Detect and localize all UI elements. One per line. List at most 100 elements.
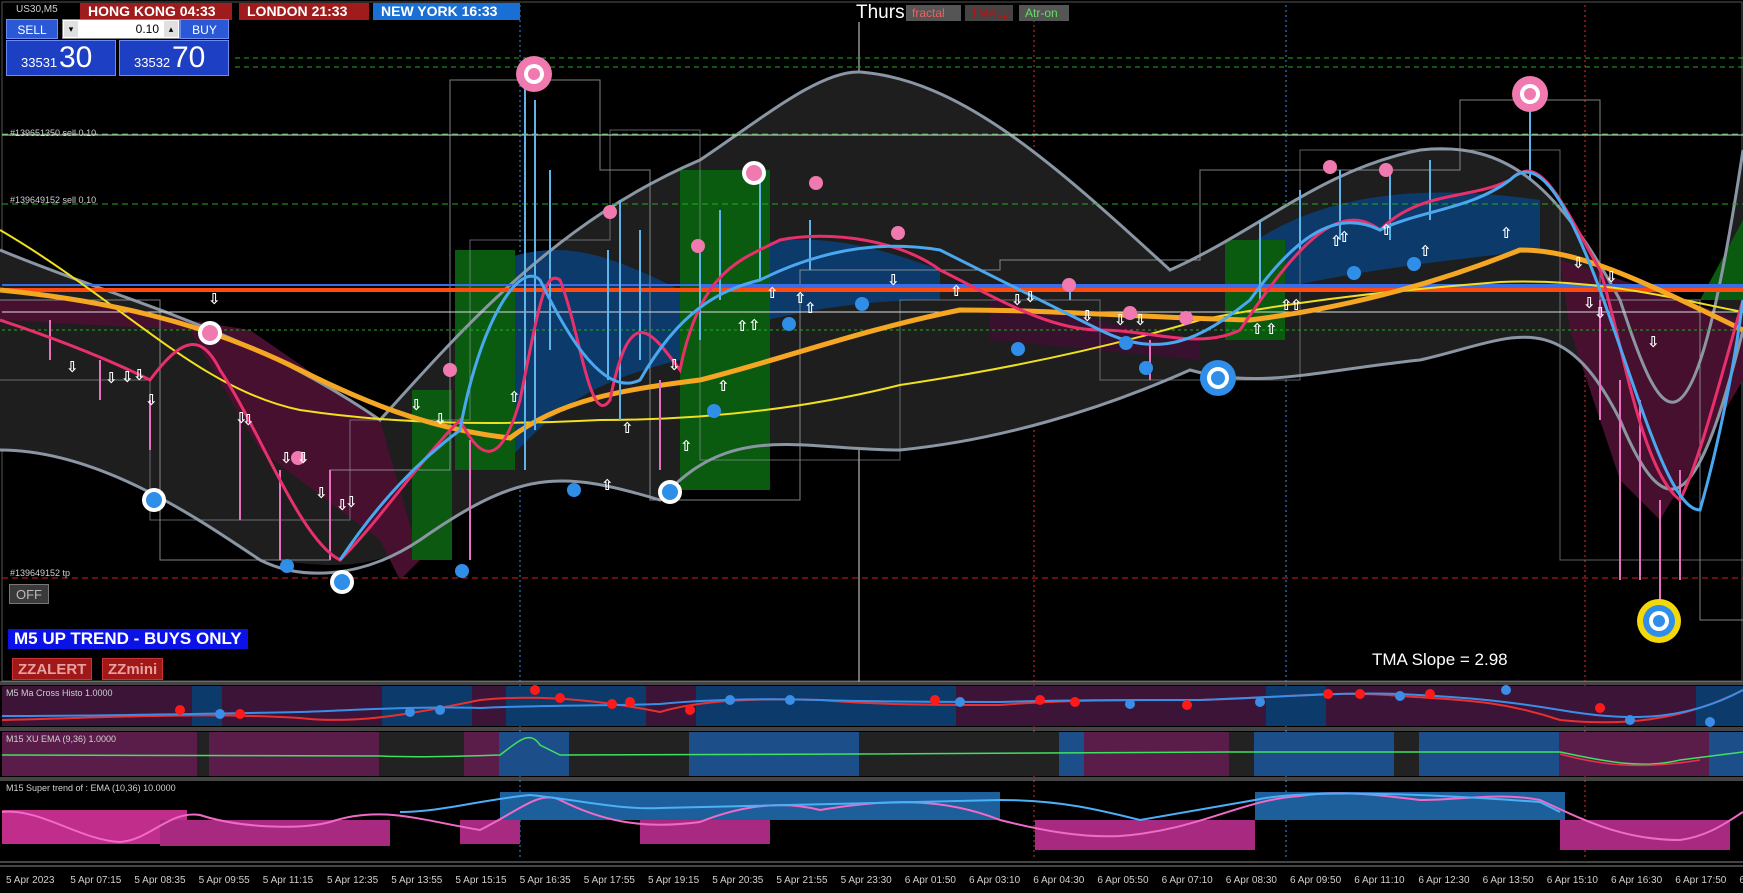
time-axis-tick: 5 Apr 19:15 bbox=[648, 875, 700, 886]
svg-text:⇩: ⇩ bbox=[145, 391, 158, 409]
svg-text:⇩: ⇩ bbox=[345, 493, 358, 511]
clock-city: NEW YORK bbox=[381, 3, 458, 19]
clock-new-york: NEW YORK 16:33 bbox=[373, 3, 520, 20]
svg-text:⇩: ⇩ bbox=[1011, 291, 1024, 309]
svg-text:⇩: ⇩ bbox=[208, 290, 221, 308]
svg-text:⇩: ⇩ bbox=[1572, 254, 1585, 272]
trend-banner: M5 UP TREND - BUYS ONLY bbox=[8, 629, 248, 649]
lot-size-field[interactable]: ▾ ▴ bbox=[62, 19, 180, 39]
svg-text:⇩: ⇩ bbox=[410, 396, 423, 414]
time-axis-tick: 6 Apr 08:30 bbox=[1225, 875, 1277, 886]
svg-text:⇩: ⇩ bbox=[668, 356, 681, 374]
price-chart[interactable]: ⇩⇩⇩ ⇩ ⇩⇩ ⇩⇩⇩ ⇩⇩⇩ ⇩⇩⇩ ⇩⇩⇩ ⇩⇩ ⇩ ⇩⇩⇩ ⇩⇩⇩ ⇧⇧⇧ … bbox=[0, 0, 1743, 893]
svg-text:⇧: ⇧ bbox=[621, 419, 634, 437]
svg-text:⇧: ⇧ bbox=[1251, 320, 1264, 338]
bid-price-pips: 30 bbox=[59, 41, 93, 74]
svg-text:⇧: ⇧ bbox=[508, 388, 521, 406]
ask-price-pips: 70 bbox=[172, 41, 206, 74]
atr-toggle[interactable]: Atr-on bbox=[1019, 5, 1069, 21]
time-axis-tick: 6 Apr 15:10 bbox=[1546, 875, 1598, 886]
lot-increase-arrow-icon[interactable]: ▴ bbox=[164, 21, 178, 37]
svg-text:⇩: ⇩ bbox=[242, 411, 255, 429]
svg-text:⇩: ⇩ bbox=[1605, 268, 1618, 286]
svg-text:⇧: ⇧ bbox=[736, 317, 749, 335]
zzalert-button[interactable]: ZZALERT bbox=[12, 658, 93, 680]
svg-text:⇩: ⇩ bbox=[66, 358, 79, 376]
clock-city: LONDON bbox=[247, 3, 308, 19]
ma-cross-histo-panel bbox=[1, 685, 1743, 727]
svg-text:⇩: ⇩ bbox=[280, 449, 293, 467]
order-label-sell-1: #139651350 sell 0.10 bbox=[10, 128, 97, 138]
svg-text:⇧: ⇧ bbox=[1419, 242, 1432, 260]
lot-size-input[interactable] bbox=[79, 20, 159, 38]
time-axis-tick: 6 Apr 04:30 bbox=[1033, 875, 1085, 886]
time-axis-tick: 6 Apr 12:30 bbox=[1418, 875, 1470, 886]
time-axis-tick: 5 Apr 08:35 bbox=[134, 875, 186, 886]
tma-slope-label: TMA Slope = 2.98 bbox=[1372, 650, 1508, 669]
time-axis-tick: 5 Apr 07:15 bbox=[70, 875, 122, 886]
time-axis-tick: 6 Apr 01:50 bbox=[904, 875, 956, 886]
ask-price-prefix: 33532 bbox=[134, 55, 171, 70]
svg-text:⇧: ⇧ bbox=[1380, 221, 1393, 239]
time-axis-tick: 6 Apr 13:50 bbox=[1482, 875, 1534, 886]
day-label: Thurs bbox=[856, 2, 905, 23]
bid-price-button[interactable]: 33531 30 bbox=[6, 40, 116, 76]
time-axis-tick: 5 Apr 13:55 bbox=[391, 875, 443, 886]
time-axis-tick: 6 Apr 16:30 bbox=[1611, 875, 1663, 886]
sell-button[interactable]: SELL bbox=[6, 19, 58, 39]
svg-text:⇩: ⇩ bbox=[1594, 304, 1607, 322]
time-axis-tick: 5 Apr 09:55 bbox=[198, 875, 250, 886]
svg-text:⇩: ⇩ bbox=[1024, 288, 1037, 306]
time-axis-tick: 5 Apr 17:55 bbox=[583, 875, 635, 886]
time-axis-tick: 5 Apr 21:55 bbox=[776, 875, 828, 886]
clock-city: HONG KONG bbox=[88, 3, 176, 19]
time-axis-tick: 6 Apr 1 bbox=[1739, 875, 1743, 886]
svg-text:⇩: ⇩ bbox=[297, 449, 310, 467]
clock-time: 04:33 bbox=[179, 3, 216, 19]
svg-text:⇩: ⇩ bbox=[121, 368, 134, 386]
svg-text:⇩: ⇩ bbox=[133, 366, 146, 384]
time-axis-tick: 6 Apr 11:10 bbox=[1354, 875, 1405, 886]
lot-decrease-arrow-icon[interactable]: ▾ bbox=[64, 21, 78, 37]
time-axis-tick: 6 Apr 05:50 bbox=[1097, 875, 1149, 886]
svg-text:⇧: ⇧ bbox=[1500, 224, 1513, 242]
clock-time: 21:33 bbox=[311, 3, 348, 19]
svg-text:⇧: ⇧ bbox=[766, 284, 779, 302]
svg-text:⇧: ⇧ bbox=[804, 299, 817, 317]
bid-price-prefix: 33531 bbox=[21, 55, 58, 70]
ask-price-button[interactable]: 33532 70 bbox=[119, 40, 229, 76]
svg-text:⇧: ⇧ bbox=[717, 377, 730, 395]
svg-text:⇧: ⇧ bbox=[1265, 320, 1278, 338]
time-axis-tick: 6 Apr 03:10 bbox=[969, 875, 1021, 886]
svg-text:⇩: ⇩ bbox=[1647, 333, 1660, 351]
time-axis-tick: 5 Apr 2023 bbox=[6, 875, 55, 886]
time-axis-tick: 5 Apr 15:15 bbox=[455, 875, 507, 886]
svg-text:⇩: ⇩ bbox=[1114, 311, 1127, 329]
fractal-toggle[interactable]: fractal bbox=[906, 5, 961, 21]
buy-button[interactable]: BUY bbox=[180, 19, 229, 39]
time-axis-tick: 5 Apr 16:35 bbox=[519, 875, 571, 886]
svg-text:⇩: ⇩ bbox=[315, 484, 328, 502]
svg-text:⇧: ⇧ bbox=[601, 476, 614, 494]
svg-text:⇩: ⇩ bbox=[1081, 307, 1094, 325]
clock-hong-kong: HONG KONG 04:33 bbox=[80, 3, 232, 20]
subwindow-title-super-trend: M15 Super trend of : EMA (10,36) 10.0000 bbox=[6, 783, 176, 793]
tmacg-toggle[interactable]: TMAcg bbox=[965, 5, 1013, 21]
off-button[interactable]: OFF bbox=[9, 584, 49, 604]
svg-text:⇩: ⇩ bbox=[434, 410, 447, 428]
symbol-label: US30,M5 bbox=[16, 4, 58, 15]
subwindow-title-ma-cross: M5 Ma Cross Histo 1.0000 bbox=[6, 688, 113, 698]
svg-text:⇧: ⇧ bbox=[748, 316, 761, 334]
svg-text:⇩: ⇩ bbox=[105, 369, 118, 387]
time-axis-tick: 5 Apr 12:35 bbox=[327, 875, 379, 886]
time-axis-tick: 5 Apr 11:15 bbox=[262, 875, 314, 886]
clock-london: LONDON 21:33 bbox=[239, 3, 369, 20]
zzmini-button[interactable]: ZZmini bbox=[102, 658, 164, 680]
svg-text:⇧: ⇧ bbox=[1290, 296, 1303, 314]
svg-text:⇧: ⇧ bbox=[680, 437, 693, 455]
time-axis-tick: 5 Apr 20:35 bbox=[712, 875, 764, 886]
subwindow-title-xu-ema: M15 XU EMA (9,36) 1.0000 bbox=[6, 734, 117, 744]
svg-text:⇩: ⇩ bbox=[1134, 311, 1147, 329]
svg-text:⇧: ⇧ bbox=[1338, 228, 1351, 246]
order-label-sell-2: #139649152 sell 0.10 bbox=[10, 195, 97, 205]
